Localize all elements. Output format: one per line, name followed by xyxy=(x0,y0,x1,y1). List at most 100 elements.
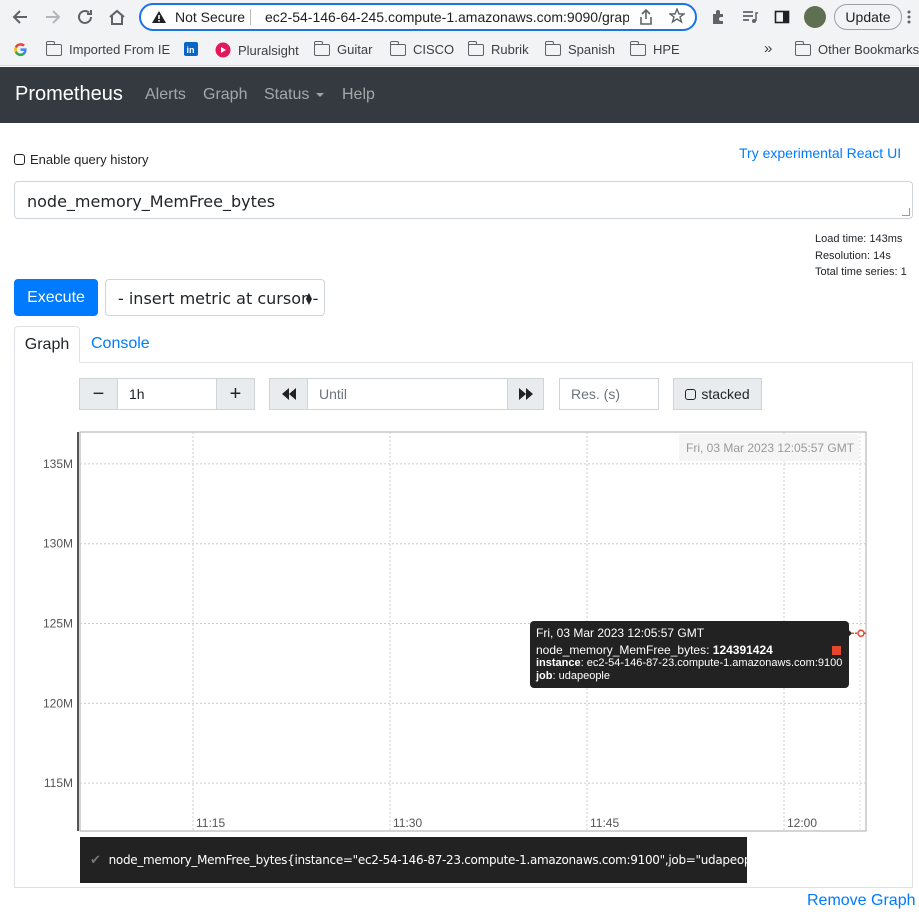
metric-select[interactable]: - insert metric at cursor - ▲ ▼ xyxy=(105,279,325,316)
folder-icon xyxy=(46,40,62,56)
tooltip-time: Fri, 03 Mar 2023 12:05:57 GMT xyxy=(536,626,705,640)
divider xyxy=(250,9,251,25)
caret-down-icon xyxy=(316,92,325,97)
stacked-label: stacked xyxy=(701,386,750,402)
until-input[interactable]: Until xyxy=(307,378,508,410)
y-tick-label: 130M xyxy=(43,537,73,551)
sidepanel-icon[interactable] xyxy=(770,5,794,29)
bookmark-guitar[interactable]: Guitar xyxy=(314,40,373,57)
query-history-checkbox[interactable] xyxy=(14,154,25,165)
google-bookmark-icon[interactable] xyxy=(13,42,28,57)
x-tick-label: 12:00 xyxy=(787,816,817,830)
folder-icon xyxy=(630,40,646,56)
bookmark-imported-from-ie[interactable]: Imported From IE xyxy=(46,40,171,57)
bookmark-label: Rubrik xyxy=(491,42,529,57)
menu-icon[interactable] xyxy=(903,5,915,29)
address-bar[interactable]: Not Secure ec2-54-146-64-245.compute-1.a… xyxy=(139,3,697,31)
range-increase-button[interactable]: + xyxy=(216,378,255,410)
range-input[interactable]: 1h xyxy=(117,378,217,410)
range-decrease-button[interactable]: − xyxy=(79,378,118,410)
resolution: Resolution: 14s xyxy=(815,249,891,262)
y-tick-label: 135M xyxy=(43,457,73,471)
query-history-toggle[interactable]: Enable query history xyxy=(14,152,149,167)
reload-icon[interactable] xyxy=(73,5,97,29)
bookmark-hpe[interactable]: HPE xyxy=(630,40,680,57)
x-tick-label: 11:30 xyxy=(393,816,422,830)
pluralsight-icon xyxy=(215,42,231,58)
tooltip-job-value: : udapeople xyxy=(552,670,611,682)
url-text[interactable]: ec2-54-146-64-245.compute-1.amazonaws.co… xyxy=(265,9,629,25)
tooltip-instance: instance: ec2-54-146-87-23.compute-1.ama… xyxy=(536,657,843,670)
series-point[interactable] xyxy=(857,629,865,637)
fast-forward-icon[interactable] xyxy=(507,378,544,410)
hover-tooltip: Fri, 03 Mar 2023 12:05:57 GMT node_memor… xyxy=(530,621,849,688)
folder-icon xyxy=(545,40,561,56)
security-label[interactable]: Not Secure xyxy=(175,9,245,25)
stacked-toggle[interactable]: stacked xyxy=(673,378,762,410)
bookmark-label: Guitar xyxy=(337,42,373,57)
react-ui-link[interactable]: Try experimental React UI xyxy=(739,145,901,161)
app-navbar: Prometheus Alerts Graph Status Help xyxy=(0,67,919,123)
back-icon[interactable] xyxy=(8,5,32,29)
tooltip-metric: node_memory_MemFree_bytes: 124391424 xyxy=(536,644,843,657)
rewind-icon[interactable] xyxy=(269,378,308,410)
folder-icon xyxy=(390,40,406,56)
profile-avatar[interactable] xyxy=(804,6,826,28)
x-tick-label: 11:45 xyxy=(590,816,619,830)
legend-series-label[interactable]: node_memory_MemFree_bytes{instance="ec2-… xyxy=(109,853,775,867)
remove-graph-link[interactable]: Remove Graph xyxy=(807,892,916,910)
nav-graph[interactable]: Graph xyxy=(203,86,247,104)
nav-status[interactable]: Status xyxy=(264,86,325,104)
nav-alerts[interactable]: Alerts xyxy=(145,86,186,104)
media-icon[interactable] xyxy=(738,5,762,29)
query-stats: Load time: 143ms Resolution: 14s Total t… xyxy=(815,231,907,281)
bookmark-label: HPE xyxy=(653,42,680,57)
bookmark-spanish[interactable]: Spanish xyxy=(545,40,615,57)
bookmark-cisco[interactable]: CISCO xyxy=(390,40,455,57)
tooltip-metric-name: node_memory_MemFree_bytes: xyxy=(536,643,710,657)
bookmark-label: Imported From IE xyxy=(69,42,171,57)
tooltip-instance-key: instance xyxy=(536,657,581,669)
nav-help[interactable]: Help xyxy=(342,86,375,104)
update-button[interactable]: Update xyxy=(834,4,902,30)
stacked-checkbox[interactable] xyxy=(685,388,697,400)
folder-icon xyxy=(314,40,330,56)
home-icon[interactable] xyxy=(105,5,129,29)
star-icon[interactable] xyxy=(667,7,687,29)
bookmark-label: Other Bookmarks xyxy=(818,42,919,57)
hover-time-label: Fri, 03 Mar 2023 12:05:57 GMT xyxy=(686,441,855,455)
folder-icon xyxy=(795,40,811,56)
tooltip-job: job: udapeople xyxy=(536,670,843,683)
tooltip-value: 124391424 xyxy=(712,643,773,657)
tooltip-series-swatch xyxy=(832,646,841,655)
graph-legend[interactable]: ✔ node_memory_MemFree_bytes{instance="ec… xyxy=(80,837,774,883)
load-time: Load time: 143ms xyxy=(815,233,903,245)
linkedin-icon[interactable]: in xyxy=(184,42,198,56)
resize-handle[interactable] xyxy=(902,208,910,216)
bookmark-other-bookmarks[interactable]: Other Bookmarks xyxy=(795,40,919,57)
total-time-series: Total time series: 1 xyxy=(815,266,907,278)
extensions-icon[interactable] xyxy=(706,5,730,29)
legend-check-icon[interactable]: ✔ xyxy=(90,853,101,868)
warning-icon xyxy=(151,10,167,29)
bookmark-label: CISCO xyxy=(413,42,455,57)
select-arrows-icon: ▲ ▼ xyxy=(305,291,312,306)
more-bookmarks-button[interactable]: » xyxy=(764,40,772,57)
brand-link[interactable]: Prometheus xyxy=(15,83,123,106)
bookmark-label: Pluralsight xyxy=(238,42,299,58)
until-placeholder: Until xyxy=(319,386,348,402)
nav-status-label: Status xyxy=(264,86,310,103)
folder-icon xyxy=(468,40,484,56)
bookmark-pluralsight[interactable]: Pluralsight xyxy=(215,42,299,58)
expression-input[interactable]: node_memory_MemFree_bytes xyxy=(14,181,913,219)
forward-icon[interactable] xyxy=(41,5,65,29)
tab-graph[interactable]: Graph xyxy=(14,326,80,363)
tooltip-job-key: job xyxy=(536,670,553,682)
y-tick-label: 120M xyxy=(43,696,73,710)
bookmark-rubrik[interactable]: Rubrik xyxy=(468,40,529,57)
resolution-input[interactable]: Res. (s) xyxy=(559,378,659,410)
share-icon[interactable] xyxy=(639,8,653,30)
tooltip-instance-value: : ec2-54-146-87-23.compute-1.amazonaws.c… xyxy=(580,657,843,669)
tab-console[interactable]: Console xyxy=(91,335,150,353)
execute-button[interactable]: Execute xyxy=(14,279,98,316)
